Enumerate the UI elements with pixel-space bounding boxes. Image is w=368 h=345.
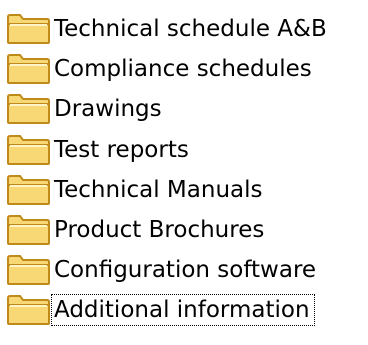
tree-item-label: Technical Manuals [54, 176, 263, 203]
folder-icon [6, 13, 51, 45]
tree-item-label: Drawings [54, 96, 162, 123]
tree-item-label: Compliance schedules [54, 56, 312, 83]
folder-tree: Technical schedule A&B Compliance schedu… [6, 9, 362, 331]
folder-icon [6, 53, 51, 85]
tree-item-label: Test reports [54, 136, 189, 163]
folder-icon [6, 294, 51, 326]
tree-item-product-brochures[interactable]: Product Brochures [6, 210, 362, 250]
tree-item-test-reports[interactable]: Test reports [6, 130, 362, 170]
folder-icon [6, 134, 51, 166]
tree-item-label: Additional information [51, 294, 315, 327]
folder-icon [6, 214, 51, 246]
tree-item-drawings[interactable]: Drawings [6, 89, 362, 129]
folder-icon [6, 254, 51, 286]
folder-icon [6, 93, 51, 125]
tree-item-compliance-schedules[interactable]: Compliance schedules [6, 49, 362, 89]
tree-item-technical-manuals[interactable]: Technical Manuals [6, 170, 362, 210]
tree-item-technical-schedule[interactable]: Technical schedule A&B [6, 9, 362, 49]
tree-item-label: Configuration software [54, 257, 317, 284]
folder-icon [6, 174, 51, 206]
tree-item-additional-information[interactable]: Additional information [6, 290, 362, 330]
tree-item-configuration-software[interactable]: Configuration software [6, 250, 362, 290]
tree-item-label: Product Brochures [54, 217, 265, 244]
tree-item-label: Technical schedule A&B [54, 16, 327, 43]
